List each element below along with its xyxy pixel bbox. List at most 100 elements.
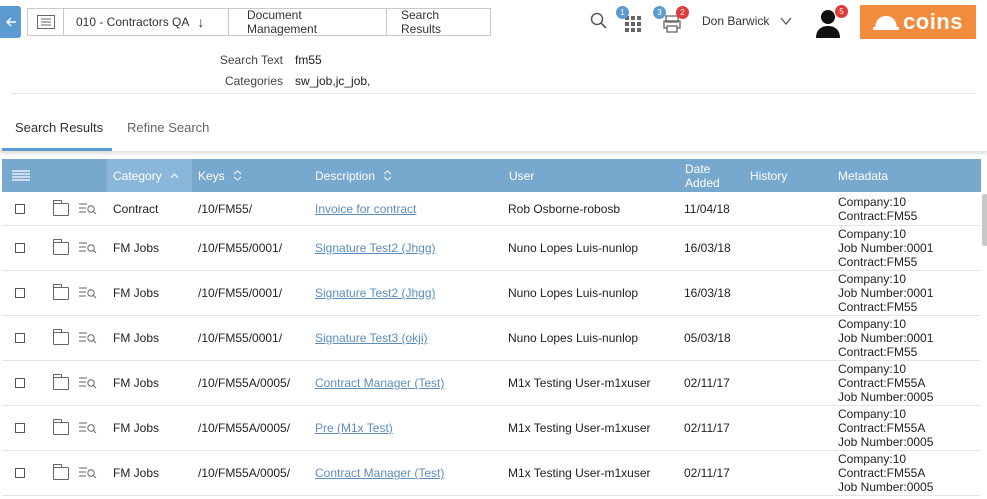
metadata-line: Contract:FM55A: [838, 421, 926, 435]
metadata-cell: Company:10 Contract:FM55A Job Number:0005: [838, 406, 933, 450]
search-icon[interactable]: [590, 12, 608, 30]
user-cell: Nuno Lopes Luis-nunlop: [508, 241, 639, 255]
table-header: Category Keys Description User Date Adde…: [2, 159, 981, 192]
breadcrumb-item-search-results[interactable]: Search Results: [387, 8, 491, 36]
table-row[interactable]: FM Jobs/10/FM55/0001/Signature Test2 (Jh…: [2, 271, 981, 316]
description-link[interactable]: Signature Test2 (Jhgg): [315, 286, 436, 300]
preview-button[interactable]: [79, 406, 97, 450]
user-cell: M1x Testing User-m1xuser: [508, 421, 651, 435]
table-row[interactable]: FM Jobs/10/FM55A/0005/Contract Manager (…: [2, 451, 981, 496]
table-row[interactable]: Contract/10/FM55/Invoice for contract Rob…: [2, 193, 981, 226]
preview-button[interactable]: [79, 361, 97, 405]
preview-button[interactable]: [79, 226, 97, 270]
column-label: History: [750, 168, 788, 183]
scrollbar[interactable]: [982, 194, 987, 246]
table-row[interactable]: FM Jobs/10/FM55/0001/Signature Test3 (ok…: [2, 316, 981, 361]
table-row[interactable]: FM Jobs/10/FM55A/0005/Contract Manager (…: [2, 361, 981, 406]
row-checkbox[interactable]: [15, 451, 25, 495]
metadata-line: Job Number:0001: [838, 241, 934, 255]
tab-search-results[interactable]: Search Results: [15, 120, 103, 135]
row-checkbox[interactable]: [15, 316, 25, 360]
metadata-line: Contract:FM55A: [838, 376, 926, 390]
grid-count-badge: 1: [616, 6, 629, 19]
arrow-left-icon: [5, 17, 16, 27]
date-added-cell: 02/11/17: [684, 376, 730, 390]
apps-grid-button[interactable]: 1: [616, 6, 642, 32]
breadcrumb-item-project[interactable]: 010 - Contractors QA ↓: [63, 8, 229, 36]
breadcrumb-item-document-management[interactable]: Document Management: [229, 8, 387, 36]
metadata-cell: Company:10 Job Number:0001 Contract:FM55: [838, 226, 933, 270]
column-header-user[interactable]: User: [509, 159, 679, 192]
table-row[interactable]: FM Jobs/10/FM55/0001/Signature Test2 (Jh…: [2, 226, 981, 271]
column-header-date-added[interactable]: Date Added: [685, 159, 745, 192]
user-cell: Nuno Lopes Luis-nunlop: [508, 286, 639, 300]
tab-refine-search[interactable]: Refine Search: [127, 120, 209, 135]
menu-list-button[interactable]: [27, 8, 63, 36]
open-folder-button[interactable]: [53, 451, 69, 495]
preview-button[interactable]: [79, 271, 97, 315]
description-link[interactable]: Pre (M1x Test): [315, 421, 393, 435]
category-cell: FM Jobs: [113, 241, 160, 255]
metadata-line: Company:10: [838, 407, 907, 421]
results-tabs: Search Results Refine Search: [0, 108, 987, 152]
description-link[interactable]: Contract Manager (Test): [315, 466, 444, 480]
preview-button[interactable]: [79, 193, 97, 225]
coins-logo: coins: [860, 5, 976, 39]
folder-icon: [53, 199, 69, 216]
date-added-cell: 16/03/18: [684, 241, 731, 255]
column-label: Keys: [198, 168, 225, 183]
column-label: Category: [113, 168, 162, 183]
column-header-keys[interactable]: Keys: [198, 159, 308, 192]
list-lines-icon: [12, 169, 30, 181]
metadata-line: Company:10: [838, 362, 907, 376]
user-name[interactable]: Don Barwick: [702, 14, 769, 28]
column-header-description[interactable]: Description: [315, 159, 505, 192]
table-row[interactable]: FM Jobs/10/FM55A/0005/Pre (M1x Test) M1x …: [2, 406, 981, 451]
user-cell: Rob Osborne-robosb: [508, 202, 621, 216]
row-checkbox[interactable]: [15, 406, 25, 450]
breadcrumb-label: Search Results: [401, 8, 442, 36]
breadcrumb-label: 010 - Contractors QA: [76, 15, 190, 29]
list-search-icon: [79, 242, 97, 254]
metadata-line: Company:10: [838, 317, 907, 331]
description-link[interactable]: Signature Test3 (okji): [315, 331, 428, 345]
back-button[interactable]: [0, 6, 21, 38]
description-link[interactable]: Contract Manager (Test): [315, 376, 444, 390]
open-folder-button[interactable]: [53, 361, 69, 405]
list-search-icon: [79, 422, 97, 434]
chevron-down-icon[interactable]: [780, 16, 792, 26]
column-header-metadata[interactable]: Metadata: [838, 159, 978, 192]
column-label: Metadata: [838, 168, 889, 183]
description-link[interactable]: Invoice for contract: [315, 202, 416, 216]
preview-button[interactable]: [79, 451, 97, 495]
open-folder-button[interactable]: [53, 406, 69, 450]
category-cell: FM Jobs: [113, 421, 160, 435]
row-checkbox[interactable]: [15, 193, 25, 225]
column-header-category[interactable]: Category: [107, 159, 192, 192]
metadata-line: Contract:FM55: [838, 345, 918, 359]
keys-cell: /10/FM55A/0005/: [198, 376, 291, 390]
column-header-history[interactable]: History: [750, 159, 830, 192]
user-cell: Nuno Lopes Luis-nunlop: [508, 331, 639, 345]
metadata-line: Contract:FM55: [838, 255, 918, 269]
preview-button[interactable]: [79, 316, 97, 360]
open-folder-button[interactable]: [53, 226, 69, 270]
row-checkbox[interactable]: [15, 271, 25, 315]
list-search-icon: [79, 377, 97, 389]
row-checkbox[interactable]: [15, 226, 25, 270]
description-link[interactable]: Signature Test2 (Jhgg): [315, 241, 436, 255]
metadata-line: Contract:FM55A: [838, 466, 926, 480]
open-folder-button[interactable]: [53, 316, 69, 360]
profile-count-badge: 5: [835, 5, 848, 18]
row-checkbox[interactable]: [15, 361, 25, 405]
list-search-icon: [79, 332, 97, 344]
notifications-button[interactable]: 3 2: [653, 6, 689, 33]
grid-icon: [625, 16, 641, 32]
avatar[interactable]: 5: [815, 5, 848, 38]
open-folder-button[interactable]: [53, 193, 69, 225]
categories-label: Categories: [224, 74, 283, 88]
breadcrumb-label: Document Management: [247, 8, 318, 36]
notification-count-badge-red: 2: [676, 6, 689, 19]
open-folder-button[interactable]: [53, 271, 69, 315]
column-chooser-button[interactable]: [12, 159, 42, 192]
